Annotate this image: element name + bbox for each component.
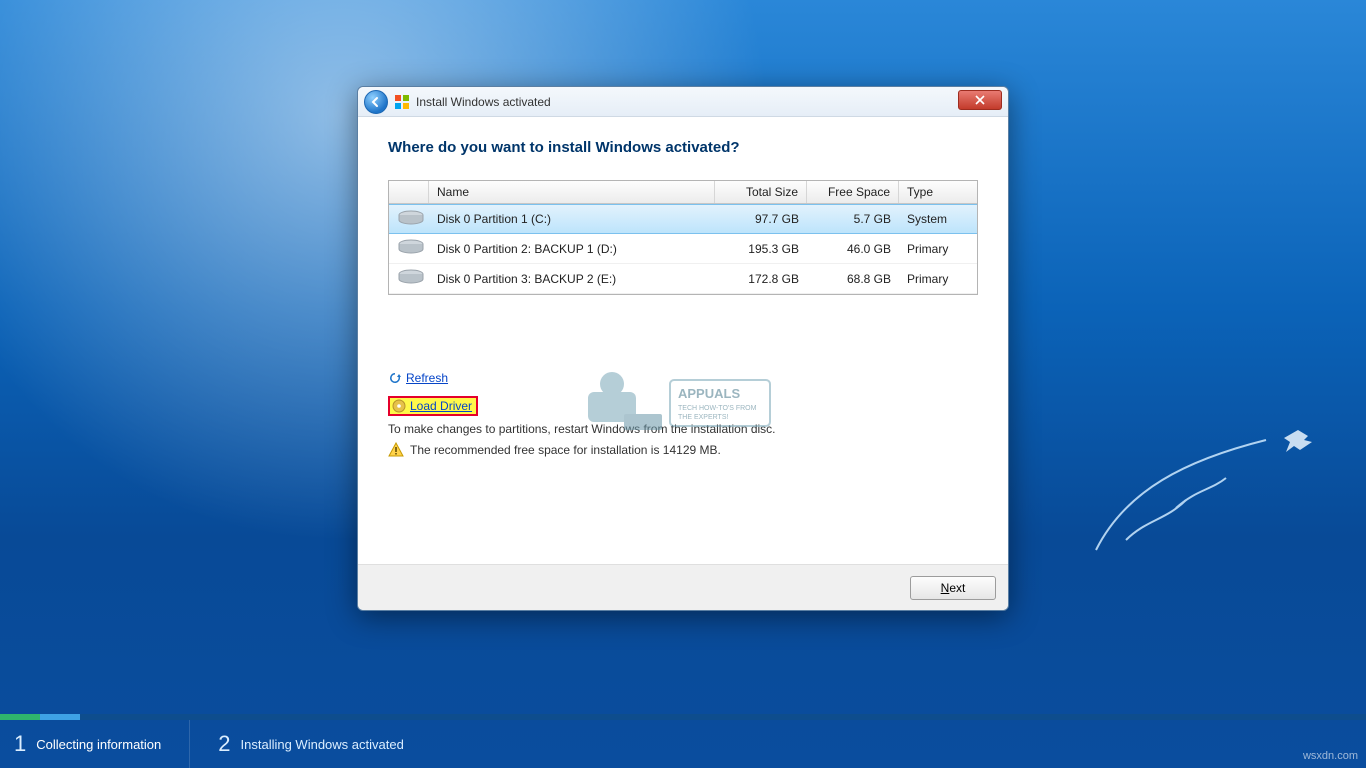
background-decor (1066, 420, 1326, 560)
dialog-content: Where do you want to install Windows act… (358, 117, 1008, 564)
source-watermark: wsxdn.com (1303, 750, 1358, 762)
partition-table: Name Total Size Free Space Type Disk 0 P… (388, 180, 978, 295)
partition-type: Primary (899, 272, 977, 286)
load-driver-link[interactable]: Load Driver (392, 399, 472, 413)
disk-icon (397, 269, 425, 285)
col-name: Name (429, 181, 715, 203)
partition-free: 68.8 GB (807, 272, 899, 286)
partition-total: 195.3 GB (715, 242, 807, 256)
partition-row[interactable]: Disk 0 Partition 2: BACKUP 1 (D:)195.3 G… (389, 234, 977, 264)
partition-name: Disk 0 Partition 2: BACKUP 1 (D:) (429, 242, 715, 256)
step-bar: 1 Collecting information 2 Installing Wi… (0, 720, 1366, 768)
titlebar: Install Windows activated (358, 87, 1008, 117)
partition-row[interactable]: Disk 0 Partition 3: BACKUP 2 (E:)172.8 G… (389, 264, 977, 294)
back-button[interactable] (364, 90, 388, 114)
restart-note: To make changes to partitions, restart W… (388, 422, 978, 436)
refresh-link[interactable]: Refresh (388, 371, 448, 385)
dialog-footer: Next (358, 564, 1008, 610)
load-driver-label: Load Driver (410, 399, 472, 413)
step-installing-windows: 2 Installing Windows activated (189, 720, 432, 768)
windows-flag-icon (394, 94, 410, 110)
space-warning: The recommended free space for installat… (410, 443, 721, 457)
step-label: Collecting information (36, 737, 161, 752)
disk-icon (397, 239, 425, 255)
partition-name: Disk 0 Partition 3: BACKUP 2 (E:) (429, 272, 715, 286)
partition-row[interactable]: Disk 0 Partition 1 (C:)97.7 GB5.7 GBSyst… (389, 204, 977, 234)
partition-name: Disk 0 Partition 1 (C:) (429, 212, 715, 226)
step-collecting-information: 1 Collecting information (0, 720, 189, 768)
refresh-label: Refresh (406, 371, 448, 385)
window-title: Install Windows activated (416, 95, 551, 109)
page-heading: Where do you want to install Windows act… (388, 139, 978, 156)
partition-free: 5.7 GB (807, 212, 899, 226)
partition-total: 172.8 GB (715, 272, 807, 286)
partition-type: Primary (899, 242, 977, 256)
refresh-icon (388, 371, 402, 385)
col-free-space: Free Space (807, 181, 899, 203)
partition-type: System (899, 212, 977, 226)
table-header: Name Total Size Free Space Type (389, 181, 977, 204)
col-total-size: Total Size (715, 181, 807, 203)
disc-icon (392, 399, 406, 413)
col-type: Type (899, 181, 977, 203)
close-button[interactable] (958, 90, 1002, 110)
disk-icon (397, 210, 425, 226)
close-icon (975, 95, 985, 105)
partition-total: 97.7 GB (715, 212, 807, 226)
step-label: Installing Windows activated (241, 737, 404, 752)
arrow-left-icon (370, 96, 382, 108)
partition-free: 46.0 GB (807, 242, 899, 256)
load-driver-highlight: Load Driver (388, 396, 478, 416)
install-windows-dialog: Install Windows activated Where do you w… (357, 86, 1009, 611)
next-button[interactable]: Next (910, 576, 996, 600)
warning-icon (388, 442, 404, 458)
